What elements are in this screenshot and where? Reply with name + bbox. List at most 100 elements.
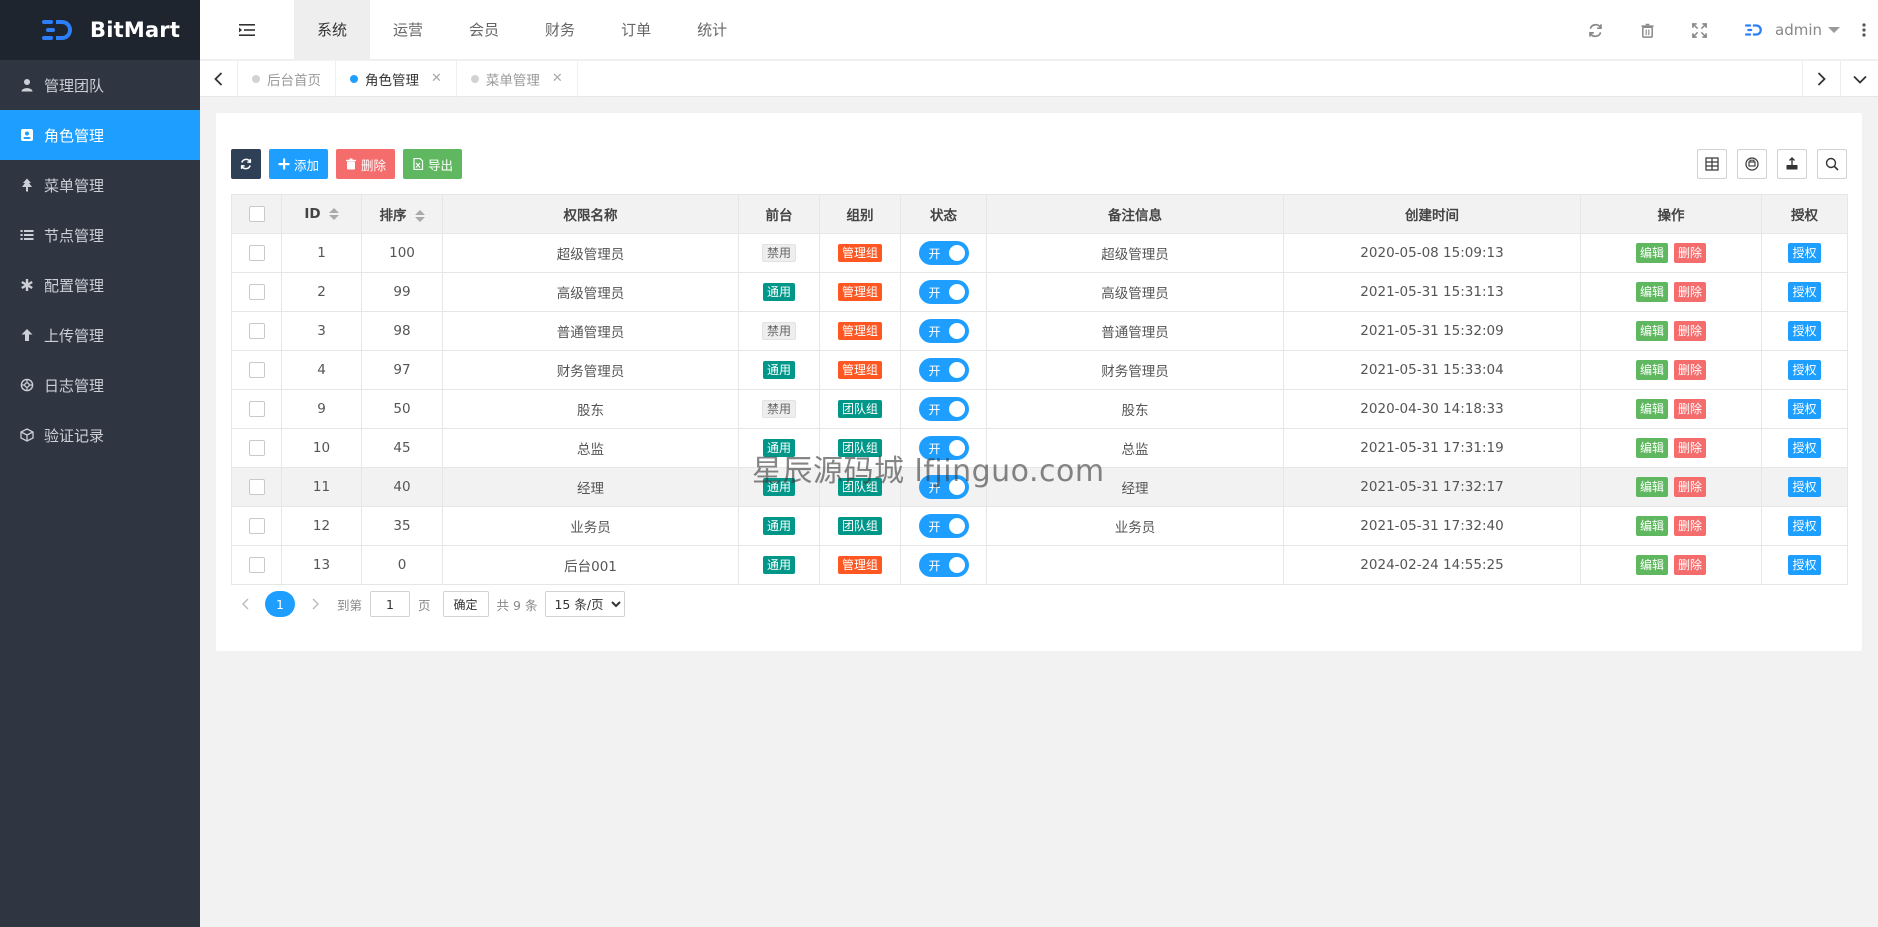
edit-button[interactable]: 编辑 [1635, 399, 1668, 419]
authorize-button[interactable]: 授权 [1788, 243, 1821, 263]
top-tab-1[interactable]: 运营 [370, 0, 446, 60]
refresh-button[interactable] [1569, 0, 1621, 60]
status-switch[interactable]: 开 [918, 280, 969, 304]
tabs-menu-button[interactable] [1840, 61, 1878, 97]
row-checkbox[interactable] [248, 518, 265, 534]
row-checkbox[interactable] [248, 245, 265, 261]
table-row[interactable]: 12 35 业务员 通用 团队组开业务员 2021-05-31 17:32:40 编辑 删除授… [231, 506, 1848, 546]
sidebar-item-6[interactable]: 日志管理 [0, 360, 200, 410]
edit-button[interactable]: 编辑 [1635, 438, 1668, 458]
row-checkbox[interactable] [248, 479, 265, 495]
delete-button[interactable]: 删除 [1674, 360, 1707, 380]
goto-confirm-button[interactable]: 确定 [442, 591, 489, 617]
next-page-button[interactable] [301, 590, 329, 618]
export-tool-button[interactable] [1777, 149, 1807, 179]
prev-page-button[interactable] [231, 590, 259, 618]
sort-icon[interactable] [414, 209, 425, 223]
top-tab-0[interactable]: 系统 [294, 0, 371, 60]
status-switch[interactable]: 开 [918, 436, 969, 460]
page-tab-1[interactable]: 角色管理 ✕ [336, 60, 457, 97]
delete-button[interactable]: 删除 [1674, 555, 1707, 575]
status-switch[interactable]: 开 [918, 241, 969, 265]
table-row[interactable]: 9 50 股东 禁用 团队组开股东 2020-04-30 14:18:33 编辑 删除 授权 [231, 389, 1848, 429]
batch-delete-button[interactable]: 删除 [336, 149, 396, 179]
sidebar-item-2[interactable]: 菜单管理 [0, 160, 200, 210]
status-switch[interactable]: 开 [918, 553, 969, 577]
authorize-button[interactable]: 授权 [1788, 360, 1821, 380]
delete-button[interactable]: 删除 [1674, 321, 1707, 341]
edit-button[interactable]: 编辑 [1635, 243, 1668, 263]
authorize-button[interactable]: 授权 [1788, 438, 1821, 458]
row-checkbox[interactable] [248, 557, 265, 573]
table-row[interactable]: 1 100 超级管理员 禁用 管理组开超级管理员 2020-05-08 15:09:13 编… [231, 233, 1848, 273]
authorize-button[interactable]: 授权 [1788, 516, 1821, 536]
table-row[interactable]: 11 40 经理 通用 团队组开经理 2021-05-31 17:32:17 编辑 删除 授权 [231, 467, 1848, 507]
authorize-button[interactable]: 授权 [1788, 321, 1821, 341]
page-tab-2[interactable]: 菜单管理 ✕ [457, 60, 578, 97]
sidebar-item-1[interactable]: 角色管理 [0, 110, 200, 160]
clear-cache-button[interactable] [1621, 0, 1673, 60]
per-page-select[interactable]: 10 条/页15 条/页20 条/页30 条/页 [545, 591, 626, 617]
edit-button[interactable]: 编辑 [1635, 282, 1668, 302]
table-row[interactable]: 3 98 普通管理员 禁用 管理组开普通管理员 2021-05-31 15:32:09 编辑… [231, 311, 1848, 351]
tabs-scroll-left-button[interactable] [200, 60, 238, 97]
sidebar-item-7[interactable]: 验证记录 [0, 410, 200, 460]
status-switch[interactable]: 开 [918, 397, 969, 421]
sidebar-item-5[interactable]: 上传管理 [0, 310, 200, 360]
table-row[interactable]: 4 97 财务管理员 通用 管理组开财务管理员 2021-05-31 15:33:04 编辑… [231, 350, 1848, 390]
top-tab-4[interactable]: 订单 [598, 0, 674, 60]
add-button[interactable]: 添加 [269, 149, 329, 179]
edit-button[interactable]: 编辑 [1635, 477, 1668, 497]
sort-icon[interactable] [328, 207, 339, 221]
table-row[interactable]: 13 0 后台001 通用 管理组开 2024-02-24 14:55:25 编辑 删除 授权 [231, 545, 1848, 585]
edit-button[interactable]: 编辑 [1635, 516, 1668, 536]
row-checkbox[interactable] [248, 440, 265, 456]
status-switch[interactable]: 开 [918, 319, 969, 343]
menu-toggle-button[interactable] [200, 0, 294, 60]
edit-button[interactable]: 编辑 [1635, 321, 1668, 341]
logo[interactable]: BitMart [0, 0, 200, 60]
table-row[interactable]: 10 45 总监 通用 团队组开总监 2021-05-31 17:31:19 编辑 删除 授权 [231, 428, 1848, 468]
authorize-button[interactable]: 授权 [1788, 282, 1821, 302]
authorize-button[interactable]: 授权 [1788, 399, 1821, 419]
table-row[interactable]: 2 99 高级管理员 通用 管理组开高级管理员 2021-05-31 15:31:13 编辑… [231, 272, 1848, 312]
status-switch[interactable]: 开 [918, 475, 969, 499]
row-checkbox[interactable] [248, 323, 265, 339]
top-tab-3[interactable]: 财务 [522, 0, 598, 60]
print-button[interactable] [1737, 149, 1767, 179]
delete-button[interactable]: 删除 [1674, 399, 1707, 419]
row-checkbox[interactable] [248, 284, 265, 300]
delete-button[interactable]: 删除 [1674, 477, 1707, 497]
delete-button[interactable]: 删除 [1674, 438, 1707, 458]
authorize-button[interactable]: 授权 [1788, 477, 1821, 497]
status-switch[interactable]: 开 [918, 358, 969, 382]
tabs-scroll-right-button[interactable] [1802, 61, 1840, 97]
close-icon[interactable]: ✕ [552, 71, 563, 86]
column-filter-button[interactable] [1697, 149, 1727, 179]
sidebar-item-0[interactable]: 管理团队 [0, 60, 200, 110]
more-button[interactable] [1854, 0, 1874, 60]
delete-button[interactable]: 删除 [1674, 516, 1707, 536]
edit-button[interactable]: 编辑 [1635, 360, 1668, 380]
col-sort[interactable]: 排序 [361, 194, 443, 234]
authorize-button[interactable]: 授权 [1788, 555, 1821, 575]
search-button[interactable] [1817, 149, 1847, 179]
top-tab-2[interactable]: 会员 [446, 0, 522, 60]
delete-button[interactable]: 删除 [1674, 243, 1707, 263]
status-switch[interactable]: 开 [918, 514, 969, 538]
sidebar-item-3[interactable]: 节点管理 [0, 210, 200, 260]
goto-page-input[interactable] [370, 591, 411, 617]
page-tab-0[interactable]: 后台首页 [238, 60, 336, 97]
row-checkbox[interactable] [248, 401, 265, 417]
fullscreen-button[interactable] [1673, 0, 1725, 60]
row-checkbox[interactable] [248, 362, 265, 378]
close-icon[interactable]: ✕ [431, 71, 442, 86]
col-id[interactable]: ID [281, 194, 362, 234]
reload-table-button[interactable] [231, 149, 261, 179]
top-tab-5[interactable]: 统计 [674, 0, 750, 60]
user-menu[interactable]: admin [1725, 21, 1854, 39]
edit-button[interactable]: 编辑 [1635, 555, 1668, 575]
delete-button[interactable]: 删除 [1674, 282, 1707, 302]
select-all-checkbox[interactable] [248, 206, 265, 222]
page-1-button[interactable]: 1 [265, 591, 295, 617]
